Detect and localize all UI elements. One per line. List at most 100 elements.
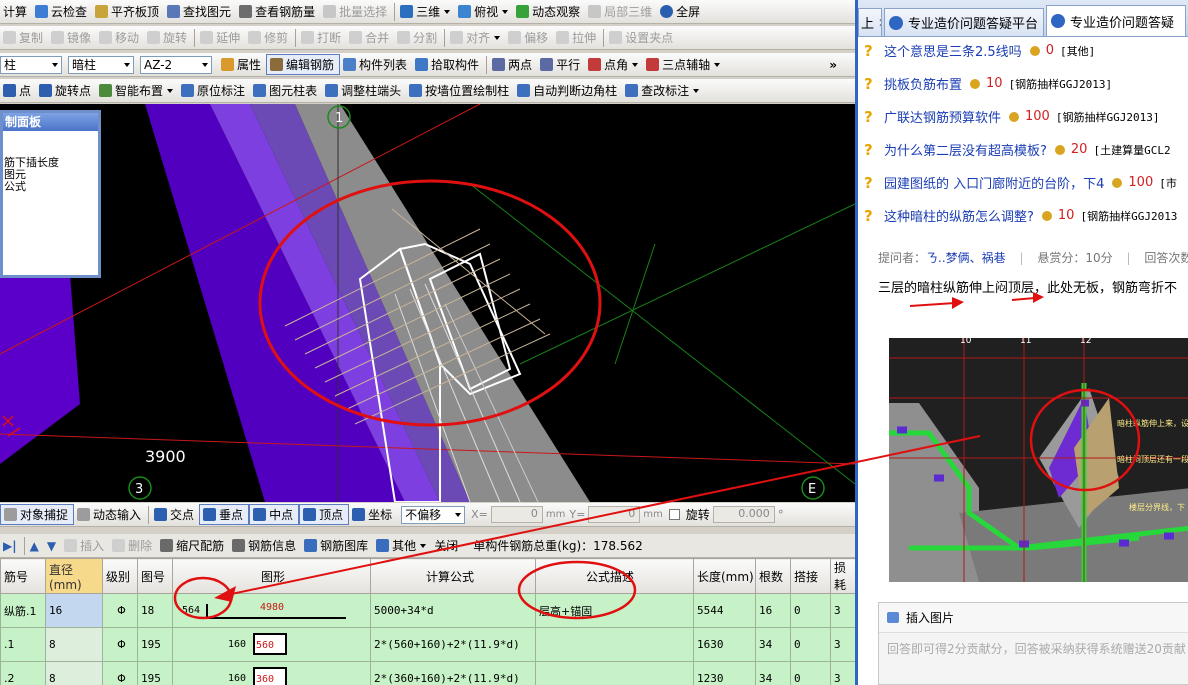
set-grip-button[interactable]: 设置夹点 — [606, 27, 678, 48]
insert-image-button[interactable]: 插入图片 — [879, 603, 1188, 633]
dynamic-input-toggle[interactable]: 动态输入 — [74, 504, 146, 525]
answer-textarea[interactable]: 回答即可得2分贡献分，回答被采纳获得系统赠送20贡献 — [879, 633, 1188, 657]
cell-count[interactable]: 34 — [755, 661, 791, 685]
delete-row-button[interactable]: 删除 — [109, 535, 157, 556]
cell-formula[interactable]: 5000+34*d — [370, 593, 536, 628]
cell-description[interactable] — [535, 661, 694, 685]
scale-rebar-button[interactable]: 缩尺配筋 — [157, 535, 229, 556]
cell-lap[interactable]: 0 — [790, 593, 831, 628]
point-button[interactable]: 点 — [0, 80, 36, 101]
y-coordinate-input[interactable]: 0 — [588, 506, 641, 523]
cell-diameter[interactable]: 8 — [45, 661, 103, 685]
cell-shape[interactable]: 564 4980 — [172, 593, 371, 628]
panel-line[interactable]: 公式 — [3, 181, 98, 193]
question-title-link[interactable]: 为什么第二层没有超高模板? — [884, 140, 1047, 159]
rotate-button[interactable]: 旋转 — [144, 27, 192, 48]
offset-mode-select[interactable]: 不偏移 — [401, 505, 466, 524]
question-title-link[interactable]: 挑板负筋布置 — [884, 74, 962, 93]
table-row[interactable]: .2 8 Φ 195 160 360 2*(360+160)+2*(11.9*d… — [0, 661, 855, 685]
coordinate-snap[interactable]: 坐标 — [349, 504, 397, 525]
question-title-link[interactable]: 园建图纸的 入口门廊附近的台阶，下4 — [884, 173, 1104, 192]
point-angle-dropdown[interactable]: 点角 — [585, 54, 643, 75]
rotate-checkbox[interactable] — [668, 509, 680, 520]
top-view-dropdown[interactable]: 俯视 — [455, 1, 513, 22]
view-rebar-button[interactable]: 查看钢筋量 — [236, 1, 320, 22]
align-dropdown[interactable]: 对齐 — [447, 27, 505, 48]
properties-button[interactable]: 属性 — [218, 54, 266, 75]
cell-name[interactable]: .2 — [0, 661, 46, 685]
pick-component-button[interactable]: 拾取构件 — [412, 54, 484, 75]
list-item[interactable]: ? 这种暗柱的纵筋怎么调整? 10 [钢筋抽样GGJ2013 — [858, 199, 1188, 232]
column-header[interactable]: 计算公式 — [370, 558, 536, 594]
cell-formula[interactable]: 2*(560+160)+2*(11.9*d) — [370, 627, 536, 662]
rotate-point-button[interactable]: 旋转点 — [36, 80, 96, 101]
cell-figure-no[interactable]: 195 — [137, 661, 173, 685]
dynamic-observe-button[interactable]: 动态观察 — [513, 1, 585, 22]
midpoint-snap[interactable]: 中点 — [249, 504, 300, 525]
column-header[interactable]: 图号 — [137, 558, 173, 594]
3d-view-dropdown[interactable]: 三维 — [397, 1, 455, 22]
cell-lap[interactable]: 0 — [790, 627, 831, 662]
list-item[interactable]: ? 广联达钢筋预算软件 100 [钢筋抽样GGJ2013] — [858, 100, 1188, 133]
move-down-button[interactable]: ▼ — [44, 535, 61, 556]
offset-button[interactable]: 偏移 — [505, 27, 553, 48]
auto-corner-column-button[interactable]: 自动判断边角柱 — [514, 80, 622, 101]
copy-button[interactable]: 复制 — [0, 27, 48, 48]
cell-formula[interactable]: 2*(360+160)+2*(11.9*d) — [370, 661, 536, 685]
x-coordinate-input[interactable]: 0 — [490, 506, 543, 523]
extend-button[interactable]: 延伸 — [197, 27, 245, 48]
column-header[interactable]: 筋号 — [0, 558, 46, 594]
batch-select-button[interactable]: 批量选择 — [320, 1, 392, 22]
smart-layout-dropdown[interactable]: 智能布置 — [96, 80, 178, 101]
cell-count[interactable]: 34 — [755, 627, 791, 662]
rotate-angle-input[interactable]: 0.000 — [712, 506, 775, 523]
cell-loss[interactable]: 3 — [830, 661, 855, 685]
two-points-button[interactable]: 两点 — [489, 54, 537, 75]
toolbar-overflow-button[interactable]: » — [829, 58, 855, 72]
local-3d-button[interactable]: 局部三维 — [585, 1, 657, 22]
cell-description[interactable] — [535, 627, 694, 662]
browser-tab-active[interactable]: 专业造价问题答疑 — [1046, 5, 1186, 36]
list-item[interactable]: ? 这个意思是三条2.5线吗 0 [其他] — [858, 34, 1188, 67]
mirror-button[interactable]: 镜像 — [48, 27, 96, 48]
browser-tab[interactable]: 专业造价问题答疑平台✕ — [884, 8, 1044, 36]
close-icon[interactable]: ✕ — [1042, 16, 1043, 30]
close-icon[interactable]: ✕ — [878, 16, 881, 30]
column-header[interactable]: 直径(mm) — [45, 558, 103, 594]
parallel-button[interactable]: 平行 — [537, 54, 585, 75]
column-header[interactable]: 损耗 — [830, 558, 855, 594]
draw-by-wall-button[interactable]: 按墙位置绘制柱 — [406, 80, 514, 101]
cell-length[interactable]: 5544 — [693, 593, 756, 628]
cell-length[interactable]: 1630 — [693, 627, 756, 662]
column-header[interactable]: 根数 — [755, 558, 791, 594]
list-item[interactable]: ? 园建图纸的 入口门廊附近的台阶，下4 100 [市 — [858, 166, 1188, 199]
column-header[interactable]: 公式描述 — [535, 558, 694, 594]
cell-description[interactable]: 层高+锚固 — [535, 593, 694, 628]
list-item[interactable]: ? 为什么第二层没有超高模板? 20 [土建算量GCL2 — [858, 133, 1188, 166]
cell-shape[interactable]: 160 360 — [172, 661, 371, 685]
asker-link[interactable]: ㄋ..梦俩、祸巷 — [926, 251, 1006, 265]
find-element-button[interactable]: 查找图元 — [164, 1, 236, 22]
list-item[interactable]: ? 挑板负筋布置 10 [钢筋抽样GGJ2013] — [858, 67, 1188, 100]
cell-count[interactable]: 16 — [755, 593, 791, 628]
trim-button[interactable]: 修剪 — [245, 27, 293, 48]
cell-figure-no[interactable]: 18 — [137, 593, 173, 628]
merge-button[interactable]: 合并 — [346, 27, 394, 48]
three-point-axis-dropdown[interactable]: 三点辅轴 — [643, 54, 725, 75]
cell-grade[interactable]: Φ — [102, 661, 138, 685]
cell-diameter[interactable]: 16 — [45, 593, 103, 628]
component-type-select[interactable]: 暗柱 — [68, 55, 134, 74]
cloud-check-button[interactable]: 云检查 — [32, 1, 92, 22]
edit-rebar-button[interactable]: 编辑钢筋 — [266, 54, 341, 75]
column-header[interactable]: 长度(mm) — [693, 558, 756, 594]
check-annotation-dropdown[interactable]: 查改标注 — [622, 80, 704, 101]
cell-diameter[interactable]: 8 — [45, 627, 103, 662]
fullscreen-button[interactable]: 全屏 — [657, 1, 705, 22]
cell-figure-no[interactable]: 195 — [137, 627, 173, 662]
close-grid-button[interactable]: 关闭 — [431, 535, 463, 556]
move-button[interactable]: 移动 — [96, 27, 144, 48]
column-table-button[interactable]: 图元柱表 — [250, 80, 322, 101]
calculate-button[interactable]: 计算 — [0, 1, 32, 22]
break-button[interactable]: 打断 — [298, 27, 346, 48]
component-list-button[interactable]: 构件列表 — [340, 54, 412, 75]
